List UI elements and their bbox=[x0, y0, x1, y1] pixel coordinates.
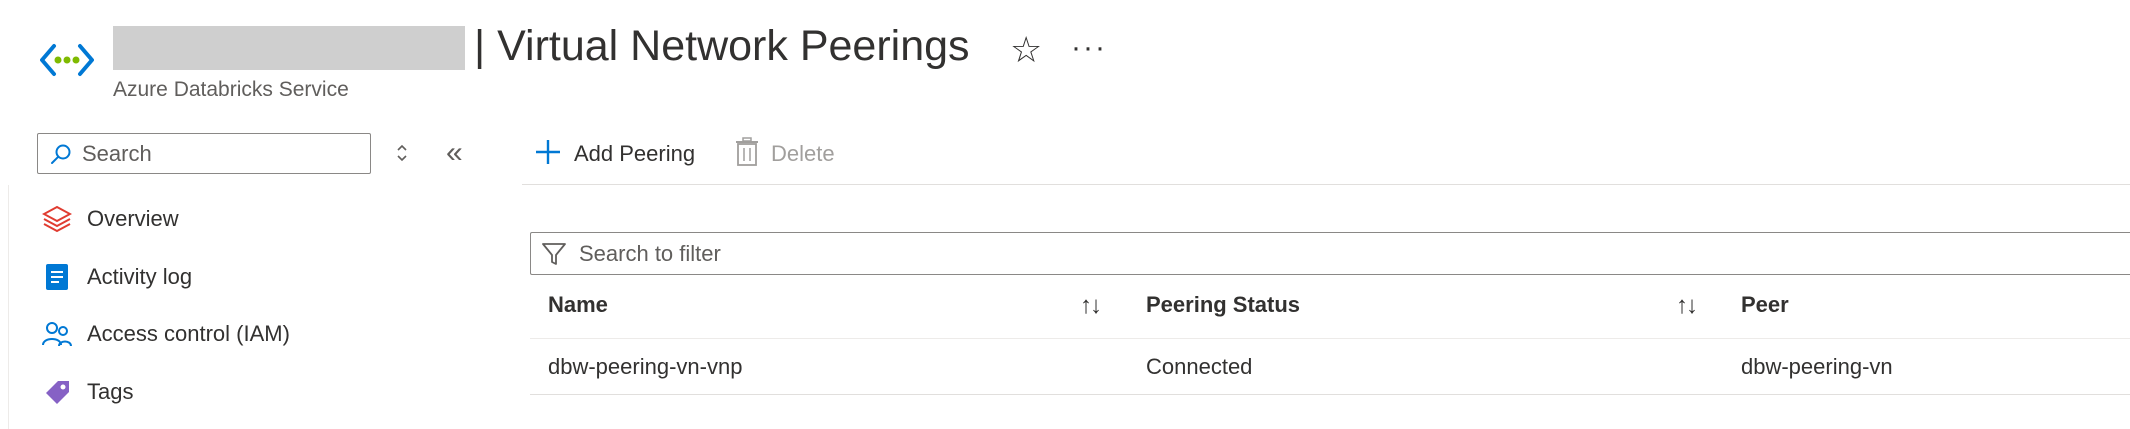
tag-icon bbox=[42, 377, 72, 407]
add-icon bbox=[534, 138, 562, 171]
delete-label: Delete bbox=[771, 141, 835, 166]
sidebar-search-input[interactable] bbox=[80, 139, 344, 168]
filter-search[interactable] bbox=[530, 232, 2130, 275]
column-header-peer[interactable]: Peer bbox=[1741, 292, 1789, 318]
redacted-resource-name bbox=[113, 26, 465, 70]
users-icon bbox=[42, 319, 72, 349]
sidebar-item-activity-log[interactable]: Activity log bbox=[42, 257, 192, 297]
collapse-sidebar-button[interactable]: « bbox=[446, 138, 463, 168]
table-cell-status: Connected bbox=[1146, 354, 1253, 379]
page-subtitle: Azure Databricks Service bbox=[113, 78, 349, 101]
sidebar-item-label: Tags bbox=[87, 379, 134, 404]
star-icon[interactable]: ☆ bbox=[1010, 30, 1042, 70]
row-divider bbox=[530, 394, 2130, 395]
sidebar-search[interactable] bbox=[37, 133, 371, 174]
sort-icon[interactable]: ↑↓ bbox=[1676, 292, 1698, 320]
sidebar-edge bbox=[8, 185, 9, 429]
add-peering-label: Add Peering bbox=[574, 141, 696, 166]
filter-icon bbox=[541, 241, 567, 267]
expand-collapse-icon[interactable] bbox=[394, 142, 410, 169]
sidebar-item-access-control[interactable]: Access control (IAM) bbox=[42, 314, 290, 354]
page-title: | Virtual Network Peerings bbox=[474, 22, 970, 70]
breadcrumb[interactable] bbox=[115, 0, 235, 2]
virtual-network-icon bbox=[40, 40, 94, 85]
sidebar-item-label: Overview bbox=[87, 206, 179, 231]
more-options-button[interactable]: ··· bbox=[1071, 28, 1107, 68]
delete-button[interactable]: Delete bbox=[735, 134, 835, 174]
table-cell-name[interactable]: dbw-peering-vn-vnp bbox=[548, 354, 742, 380]
search-icon bbox=[50, 143, 72, 165]
trash-icon bbox=[735, 136, 759, 172]
table-cell-peer[interactable]: dbw-peering-vn bbox=[1741, 354, 1893, 380]
sort-icon[interactable]: ↑↓ bbox=[1080, 292, 1102, 320]
activity-log-icon bbox=[42, 262, 72, 292]
sidebar-item-label: Activity log bbox=[87, 264, 193, 289]
filter-input[interactable] bbox=[577, 239, 1981, 268]
sidebar-item-tags[interactable]: Tags bbox=[42, 372, 133, 412]
header-divider bbox=[530, 338, 2130, 339]
sidebar-item-overview[interactable]: Overview bbox=[42, 199, 179, 239]
column-header-peering-status[interactable]: Peering Status bbox=[1146, 292, 1300, 318]
databricks-icon bbox=[42, 204, 72, 234]
toolbar-divider bbox=[522, 184, 2130, 185]
sidebar-item-label: Access control (IAM) bbox=[87, 321, 290, 346]
add-peering-button[interactable]: Add Peering bbox=[534, 134, 695, 174]
column-header-name[interactable]: Name bbox=[548, 292, 608, 318]
